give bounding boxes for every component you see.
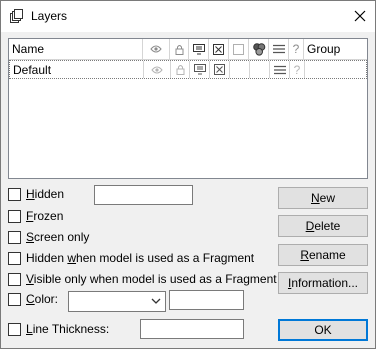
screen-only-option[interactable]: Screen only [8,229,89,245]
layers-icon [10,9,23,23]
hidden-fragment-option[interactable]: Hidden when model is used as a Fragment [8,250,254,266]
line-thickness-checkbox[interactable] [8,322,21,336]
color-label: Color: [26,292,59,306]
column-header-blank[interactable] [229,39,249,59]
column-header-name[interactable]: Name [9,39,143,59]
hidden-fragment-checkbox[interactable] [8,251,21,265]
monitor-icon [193,64,206,75]
close-button[interactable] [345,1,375,31]
color-option[interactable]: Color: [8,291,58,307]
information-button[interactable]: Information... [278,272,368,294]
lock-icon [175,44,183,55]
column-header-print[interactable] [189,39,209,59]
column-header-group[interactable]: Group [304,39,367,59]
eye-arrows-icon [150,45,162,53]
lines-icon [273,65,286,74]
frozen-option[interactable]: Frozen [8,208,63,224]
frozen-checkbox[interactable] [8,209,21,223]
column-header-question[interactable]: ? [289,39,304,59]
row-x-cell[interactable] [210,61,230,78]
row-lines-cell[interactable] [270,61,290,78]
line-thickness-option[interactable]: Line Thickness: [8,321,109,337]
row-lock-cell[interactable] [171,61,190,78]
column-header-color[interactable] [249,39,269,59]
hidden-fragment-label: Hidden when model is used as a Fragment [26,251,255,265]
window-title: Layers [31,9,68,23]
delete-button[interactable]: Delete [278,215,368,237]
new-button[interactable]: New [278,187,368,209]
hidden-option[interactable]: Hidden [8,186,64,202]
row-print-cell[interactable] [190,61,210,78]
hidden-field[interactable] [94,185,193,205]
screen-only-checkbox[interactable] [8,230,21,244]
column-header-visible[interactable] [143,39,170,59]
visible-fragment-option[interactable]: Visible only when model is used as a Fra… [8,271,277,287]
monitor-icon [192,43,205,54]
layers-dialog: Layers Name ? Group Default ? Hidden Fro… [0,0,376,349]
hidden-label: Hidden [26,187,65,201]
title-bar: Layers [1,1,375,32]
x-box-icon [214,64,225,75]
screen-only-label: Screen only [26,230,90,244]
layers-grid[interactable]: Name ? Group Default ? [8,38,368,179]
line-thickness-field[interactable] [140,319,244,339]
x-box-icon [213,43,224,55]
row-visible-cell[interactable] [144,61,171,78]
color-circles-icon [252,42,265,56]
rename-button[interactable]: Rename [278,244,368,266]
lines-icon [272,44,285,54]
close-icon [354,10,366,22]
visible-fragment-checkbox[interactable] [8,272,21,286]
hidden-checkbox[interactable] [8,187,21,201]
blank-square-icon [233,43,244,55]
row-color-cell[interactable] [250,61,270,78]
column-header-x[interactable] [209,39,229,59]
column-header-lock[interactable] [170,39,189,59]
color-checkbox[interactable] [8,292,21,306]
lock-icon [176,65,184,75]
visible-fragment-label: Visible only when model is used as a Fra… [26,272,277,286]
eye-arrows-icon [151,66,163,73]
row-question-cell[interactable]: ? [290,61,305,78]
row-blank-cell[interactable] [230,61,250,78]
row-group-cell[interactable] [305,61,368,78]
frozen-label: Frozen [26,209,64,223]
chevron-down-icon [151,298,161,304]
ok-button[interactable]: OK [278,319,368,341]
row-name[interactable]: Default [10,61,144,78]
table-row[interactable]: Default ? [9,60,367,79]
grid-header: Name ? Group [9,39,367,60]
color-value-field[interactable] [169,290,244,310]
color-dropdown[interactable] [68,291,166,312]
line-thickness-label: Line Thickness: [26,322,110,336]
column-header-lines[interactable] [269,39,289,59]
